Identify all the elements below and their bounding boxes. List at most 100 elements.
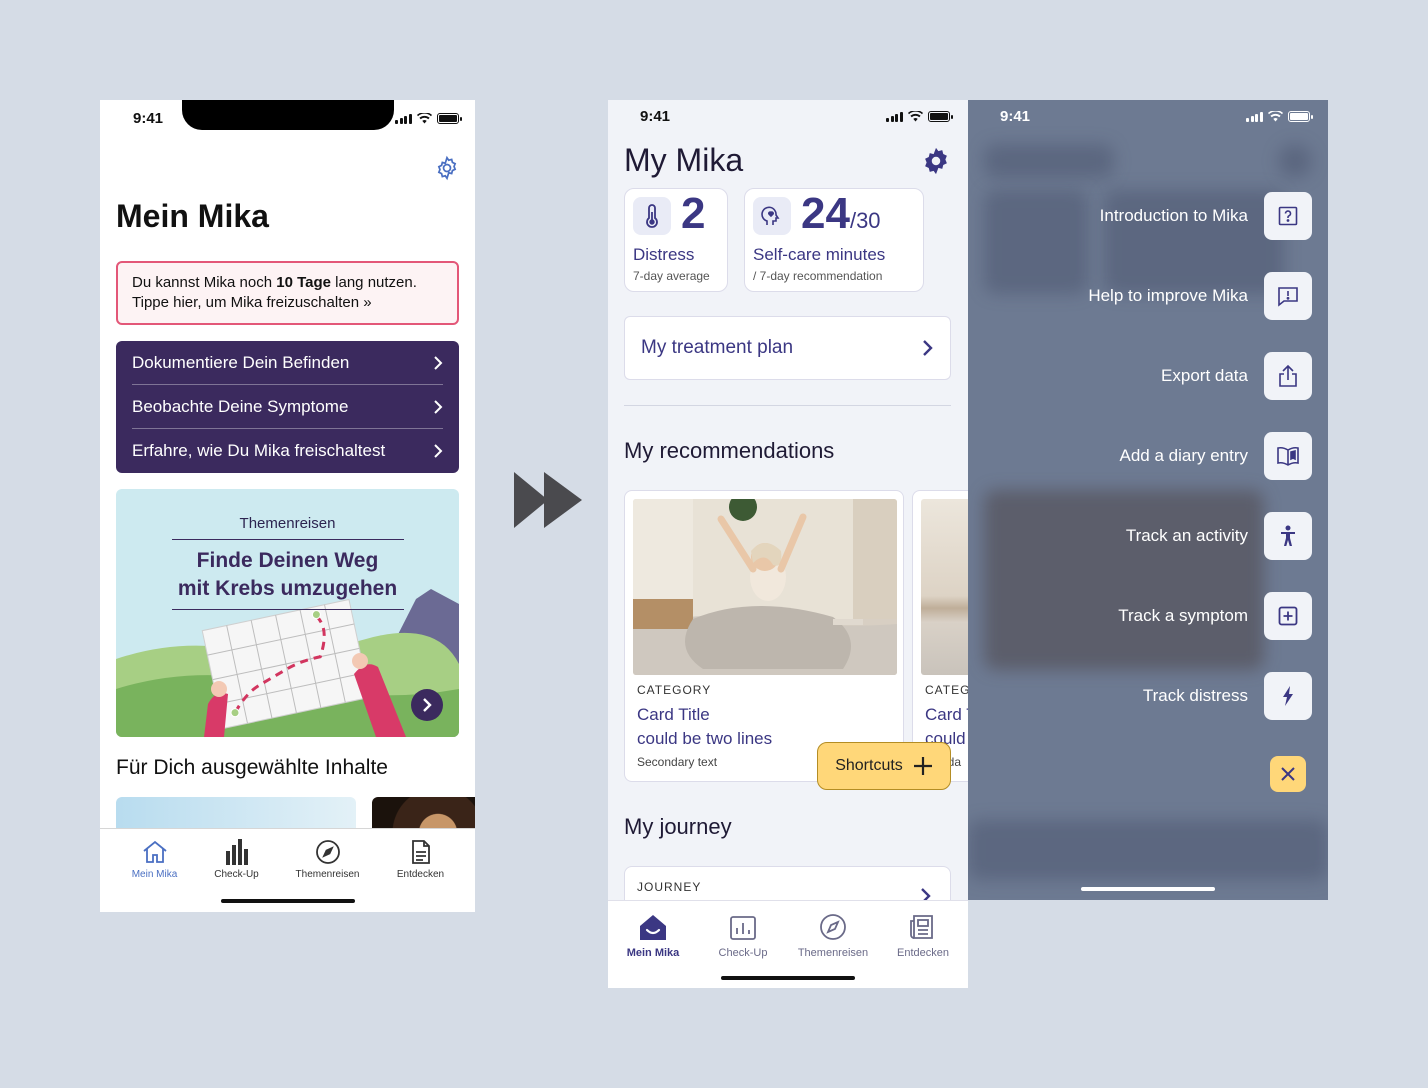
menu-item-freischalten[interactable]: Erfahre, wie Du Mika freischaltest [132, 429, 443, 473]
shortcut-button[interactable] [1264, 512, 1312, 560]
compass-icon [820, 914, 846, 940]
settings-gear-icon[interactable] [434, 155, 460, 181]
stat-sub: 7-day average [633, 269, 710, 283]
shortcut-label: Export data [1161, 366, 1248, 385]
journey-headline: Finde Deinen Weg mit Krebs umzugehen [116, 547, 459, 603]
shortcuts-fab-button[interactable]: Shortcuts [817, 742, 951, 790]
stat-self-care[interactable]: 24/30 Self-care minutes / 7-day recommen… [744, 188, 924, 292]
chevron-right-icon [434, 399, 443, 414]
home-icon [640, 915, 666, 940]
plus-icon [913, 757, 932, 775]
tab-label: Themenreisen [295, 869, 360, 880]
home-indicator [1081, 887, 1215, 891]
status-time: 9:41 [1000, 108, 1031, 125]
tab-label: Check-Up [718, 947, 768, 959]
treatment-plan-button[interactable]: My treatment plan [624, 316, 951, 380]
shortcut-track-distress[interactable]: Track distress [1143, 672, 1312, 720]
tab-label: Mein Mika [131, 869, 178, 880]
feedback-icon [1278, 287, 1298, 307]
chevron-right-icon [423, 698, 432, 712]
tab-entdecken[interactable]: Entdecken [374, 833, 467, 880]
fab-label: Shortcuts [835, 757, 903, 774]
menu-item-symptome[interactable]: Beobachte Deine Symptome [132, 385, 443, 429]
divider [172, 539, 404, 540]
menu-item-befinden[interactable]: Dokumentiere Dein Befinden [132, 341, 443, 385]
shortcut-button[interactable] [1264, 672, 1312, 720]
tab-label: Entdecken [396, 869, 445, 880]
shortcut-track-symptom[interactable]: Track a symptom [1118, 592, 1312, 640]
shortcut-export-data[interactable]: Export data [1161, 352, 1312, 400]
blurred-background-content [1278, 144, 1312, 178]
treatment-plan-label: My treatment plan [641, 337, 794, 358]
person-icon [1281, 525, 1295, 546]
stat-value-total: /30 [849, 208, 881, 233]
tab-check-up[interactable]: Check-Up [698, 909, 788, 959]
tab-bar: Mein Mika Check-Up Themenreisen Entdecke… [608, 900, 968, 988]
card-title-line1: Card Title [637, 705, 710, 724]
home-indicator [721, 976, 855, 980]
plus-box-icon [1278, 606, 1298, 626]
divider [172, 609, 404, 610]
shortcut-button[interactable] [1264, 592, 1312, 640]
recommendation-card[interactable]: CATEGORY Card Title could be two lines Se… [624, 490, 904, 782]
stat-label: Distress [633, 245, 695, 264]
tab-mein-mika[interactable]: Mein Mika [608, 909, 698, 959]
shortcut-button[interactable] [1264, 432, 1312, 480]
shortcut-label: Track an activity [1125, 526, 1248, 545]
woman-stretching-photo [633, 499, 897, 675]
tab-themenreisen[interactable]: Themenreisen [788, 909, 878, 959]
shortcut-diary-entry[interactable]: Add a diary entry [1119, 432, 1312, 480]
status-icons [1246, 111, 1313, 122]
shortcut-button[interactable] [1264, 192, 1312, 240]
stat-icon-box [633, 197, 671, 235]
chart-icon [730, 916, 756, 940]
tab-check-up[interactable]: Check-Up [190, 833, 283, 880]
shortcut-label: Add a diary entry [1119, 446, 1248, 465]
compass-icon [315, 840, 340, 864]
recommendation-card[interactable]: CATEGO Card Tcould nda [912, 490, 968, 782]
stat-distress[interactable]: 2 Distress 7-day average [624, 188, 728, 292]
card-image [633, 499, 897, 675]
bar-chart-icon [225, 839, 248, 865]
battery-icon [436, 113, 462, 124]
journey-next-button[interactable] [411, 689, 443, 721]
tab-label: Themenreisen [797, 947, 869, 959]
share-icon [1279, 364, 1297, 387]
shortcut-label: Track distress [1142, 686, 1248, 705]
themenreise-card[interactable]: Themenreisen Finde Deinen Weg mit Krebs u… [116, 489, 459, 737]
stat-sub: / 7-day recommendation [753, 269, 883, 283]
tab-entdecken[interactable]: Entdecken [878, 909, 968, 959]
shortcut-button[interactable] [1264, 352, 1312, 400]
question-icon [1278, 206, 1298, 226]
stat-icon-box [753, 197, 791, 235]
signal-icon [1246, 111, 1263, 122]
close-shortcuts-button[interactable] [1270, 756, 1306, 792]
card-title-line2: could be two lines [637, 729, 773, 748]
shortcut-track-activity[interactable]: Track an activity [1126, 512, 1312, 560]
blurred-background-content [968, 820, 1328, 880]
card-title: Card Title could be two lines [637, 703, 772, 751]
stat-value-number: 24 [801, 189, 850, 238]
shortcut-help-improve[interactable]: Help to improve Mika [1088, 272, 1312, 320]
tab-label: Check-Up [214, 869, 259, 880]
lightning-icon [1283, 686, 1293, 706]
journey-card-category: JOURNEY [637, 880, 702, 894]
shortcut-button[interactable] [1264, 272, 1312, 320]
section-title: Für Dich ausgewählte Inhalte [116, 756, 388, 779]
banner-days: 10 Tage [276, 274, 331, 291]
tab-themenreisen[interactable]: Themenreisen [281, 833, 374, 880]
trial-banner[interactable]: Du kannst Mika noch 10 Tage lang nutzen.… [116, 261, 459, 325]
menu-item-label: Erfahre, wie Du Mika freischaltest [132, 441, 386, 460]
signal-icon [886, 111, 903, 122]
status-time: 9:41 [133, 110, 164, 127]
tab-label: Mein Mika [626, 947, 680, 959]
card-image [921, 499, 968, 675]
shortcut-introduction[interactable]: Introduction to Mika [1100, 192, 1312, 240]
tab-mein-mika[interactable]: Mein Mika [108, 833, 201, 880]
wifi-icon [1267, 111, 1283, 122]
divider [624, 405, 951, 406]
card-category: CATEGORY [637, 683, 712, 697]
settings-gear-icon[interactable] [921, 146, 951, 176]
status-icons [886, 111, 953, 122]
trial-banner-line2: Tippe hier, um Mika freizuschalten » [132, 294, 372, 311]
